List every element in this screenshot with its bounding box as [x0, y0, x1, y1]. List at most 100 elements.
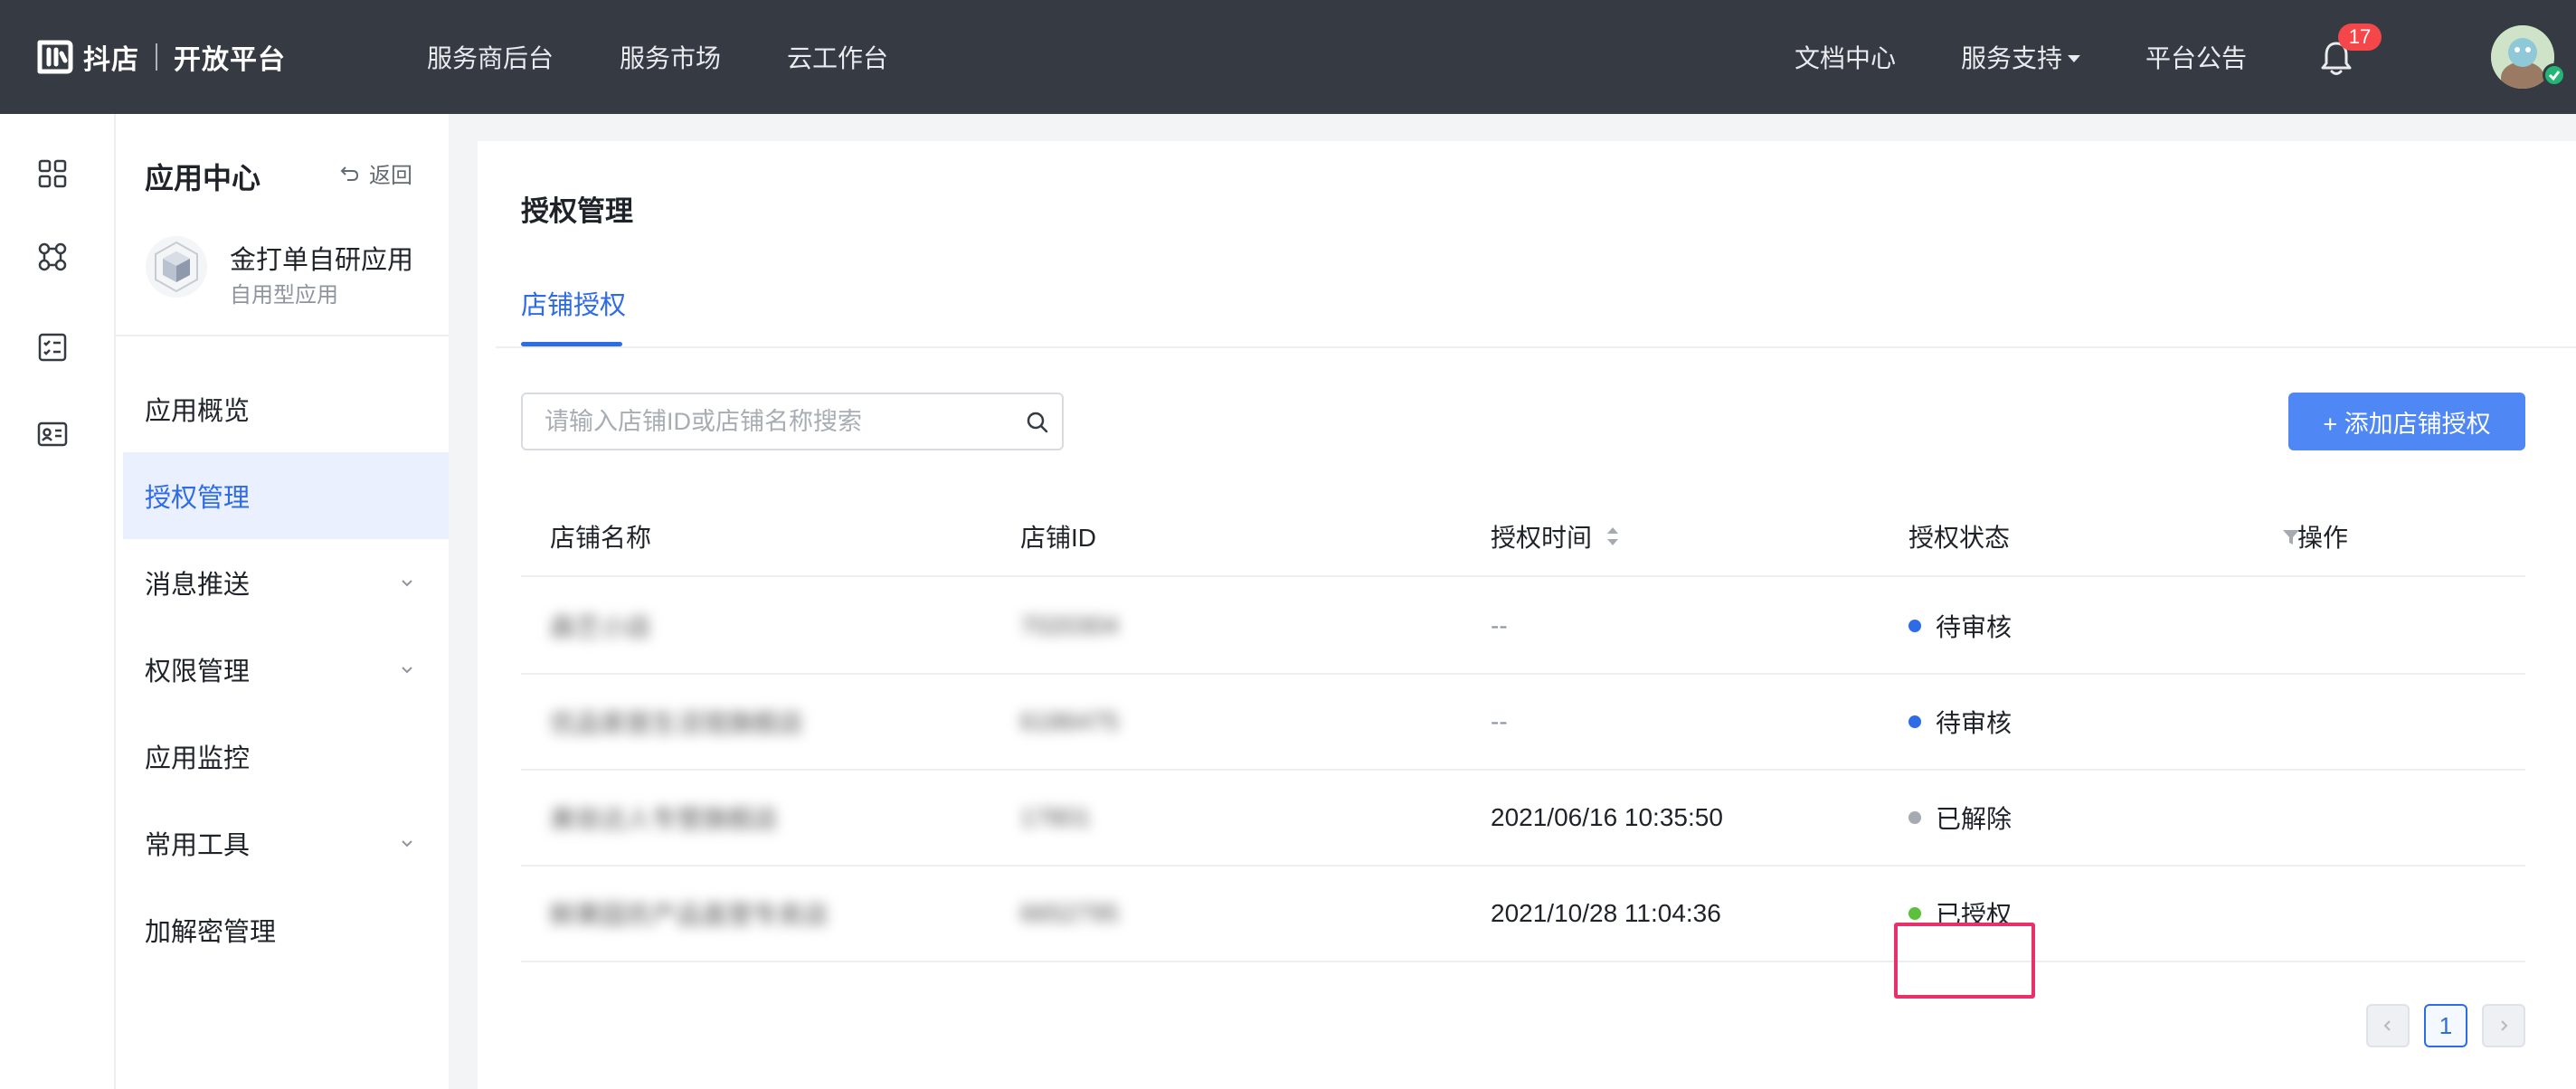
chevron-down-icon	[402, 840, 412, 848]
column-auth-time-label: 授权时间	[1491, 524, 1593, 552]
app-card: 金打单自研应用 自用型应用	[145, 235, 434, 308]
auth-time-cell: --	[1491, 611, 1508, 639]
menu-item-label: 应用监控	[145, 744, 251, 773]
caret-down-icon	[2068, 54, 2081, 62]
doudian-logo-icon	[37, 40, 73, 74]
pagination-next-button[interactable]	[2482, 1004, 2525, 1047]
menu-item-monitoring[interactable]: 应用监控	[123, 713, 449, 800]
back-label: 返回	[369, 164, 412, 188]
column-store-id: 店铺ID	[1020, 524, 1097, 552]
nav-docs-label: 文档中心	[1795, 44, 1897, 72]
page-title: 授权管理	[521, 195, 633, 227]
back-button[interactable]: 返回	[340, 157, 412, 189]
table-row: 森艺小店 7020304 -- 待审核	[521, 579, 2525, 675]
nav-support[interactable]: 服务支持	[1961, 39, 2081, 75]
tab-store-authorization[interactable]: 店铺授权	[521, 284, 626, 322]
brand-divider	[156, 43, 157, 71]
grid-icon[interactable]	[34, 156, 71, 192]
sort-icon[interactable]	[1605, 524, 1621, 549]
tab-divider	[496, 346, 2576, 348]
top-nav-right: 文档中心 服务支持 平台公告	[1795, 0, 2312, 114]
menu-item-tools[interactable]: 常用工具	[123, 800, 449, 886]
auth-time-cell: 2021/06/16 10:35:50	[1491, 803, 1723, 831]
brand-name: 抖店	[83, 45, 139, 75]
column-action: 操作	[2297, 524, 2349, 552]
menu-item-overview[interactable]: 应用概览	[123, 365, 449, 452]
side-menu: 应用中心 返回 金打单自研应用 自用型应用 应用概览 授权管理 消息推送 权限管…	[116, 114, 449, 1089]
auth-status-cell: 待审核	[1908, 675, 2012, 769]
add-store-authorization-button[interactable]: + 添加店铺授权	[2288, 393, 2525, 450]
auth-status-cell: 已解除	[1908, 771, 2012, 865]
table-row: 优品家居生活馆旗舰店 6186475 -- 待审核	[521, 675, 2525, 771]
app-hub-icon[interactable]	[34, 239, 71, 275]
column-store-name: 店铺名称	[550, 524, 652, 552]
column-auth-status: 授权状态	[1908, 524, 2011, 552]
verified-check-icon	[2543, 63, 2566, 87]
top-bar: 抖店 开放平台 服务商后台 服务市场 云工作台 文档中心 服务支持 平台公告 1…	[0, 0, 2576, 114]
auth-status-cell: 待审核	[1908, 579, 2012, 673]
store-id-cell: 6652795	[1020, 899, 1120, 927]
nav-announcements-label: 平台公告	[2145, 44, 2248, 72]
store-name-cell: 鲜果园农产品直营专卖店	[550, 901, 829, 929]
main-panel: 授权管理 店铺授权 + 添加店铺授权 店铺名称 店铺ID 授权时间 授权状态 操…	[478, 141, 2576, 1089]
nav-announcements[interactable]: 平台公告	[2145, 39, 2247, 75]
chevron-right-icon	[2501, 1020, 2508, 1031]
store-id-cell: 6186475	[1020, 707, 1120, 735]
menu-item-label: 加解密管理	[145, 918, 277, 947]
menu-item-permissions[interactable]: 权限管理	[123, 626, 449, 713]
table-row: 鲜果园农产品直营专卖店 6652795 2021/10/28 11:04:36 …	[521, 866, 2525, 962]
status-dot-pending	[1908, 715, 1921, 728]
search-box	[521, 393, 1064, 450]
status-label: 已解除	[1936, 805, 2012, 833]
side-menu-divider	[116, 335, 449, 336]
status-dot-revoked	[1908, 811, 1921, 824]
menu-item-encryption[interactable]: 加解密管理	[123, 886, 449, 973]
menu-item-message-push[interactable]: 消息推送	[123, 539, 449, 626]
menu-item-label: 消息推送	[145, 571, 251, 600]
store-name-cell: 森艺小店	[550, 613, 652, 641]
nav-cloud-workbench[interactable]: 云工作台	[787, 39, 888, 75]
chevron-down-icon	[402, 580, 412, 587]
pagination-prev-button[interactable]	[2366, 1004, 2410, 1047]
nav-provider-backend[interactable]: 服务商后台	[427, 39, 554, 75]
chevron-down-icon	[402, 667, 412, 674]
table-row: 美妆达人专营旗舰店 17801 2021/06/16 10:35:50 已解除	[521, 771, 2525, 866]
app-type: 自用型应用	[230, 283, 338, 308]
app-cube-icon	[146, 236, 207, 298]
notification-badge: 17	[2338, 24, 2382, 51]
chevron-left-icon	[2383, 1020, 2391, 1031]
nav-docs[interactable]: 文档中心	[1795, 39, 1896, 75]
menu-item-label: 授权管理	[145, 484, 251, 513]
auth-time-cell: --	[1491, 707, 1508, 735]
nav-support-label: 服务支持	[1961, 44, 2063, 72]
search-input[interactable]	[543, 402, 995, 441]
brand-logo[interactable]: 抖店 开放平台	[34, 34, 286, 80]
store-id-cell: 17801	[1020, 803, 1091, 831]
menu-item-label: 常用工具	[145, 831, 251, 860]
store-name-cell: 美妆达人专营旗舰店	[550, 805, 779, 833]
column-auth-time[interactable]: 授权时间	[1491, 497, 1621, 575]
status-dot-pending	[1908, 620, 1921, 632]
return-icon	[340, 166, 359, 181]
store-id-cell: 7020304	[1020, 611, 1120, 639]
nav-service-market[interactable]: 服务市场	[620, 39, 721, 75]
store-name-cell: 优品家居生活馆旗舰店	[550, 709, 804, 737]
icon-rail	[0, 114, 116, 1089]
menu-item-authorization[interactable]: 授权管理	[123, 452, 449, 539]
search-icon[interactable]	[1024, 409, 1051, 436]
app-name: 金打单自研应用	[230, 246, 414, 275]
table-header: 店铺名称 店铺ID 授权时间 授权状态 操作	[521, 497, 2525, 577]
auth-status-cell: 已授权	[1908, 866, 2012, 961]
status-label: 待审核	[1936, 613, 2012, 641]
id-card-icon[interactable]	[34, 416, 71, 452]
top-nav-left: 服务商后台 服务市场 云工作台	[427, 0, 954, 114]
auth-time-cell: 2021/10/28 11:04:36	[1491, 899, 1721, 927]
menu-item-label: 权限管理	[145, 658, 251, 687]
brand-product: 开放平台	[174, 45, 286, 75]
pagination-page-current[interactable]: 1	[2424, 1004, 2467, 1047]
status-label: 已授权	[1936, 901, 2012, 929]
side-menu-title: 应用中心	[145, 162, 261, 194]
checklist-icon[interactable]	[34, 329, 71, 365]
status-dot-authorized	[1908, 907, 1921, 920]
menu-item-label: 应用概览	[145, 397, 251, 426]
